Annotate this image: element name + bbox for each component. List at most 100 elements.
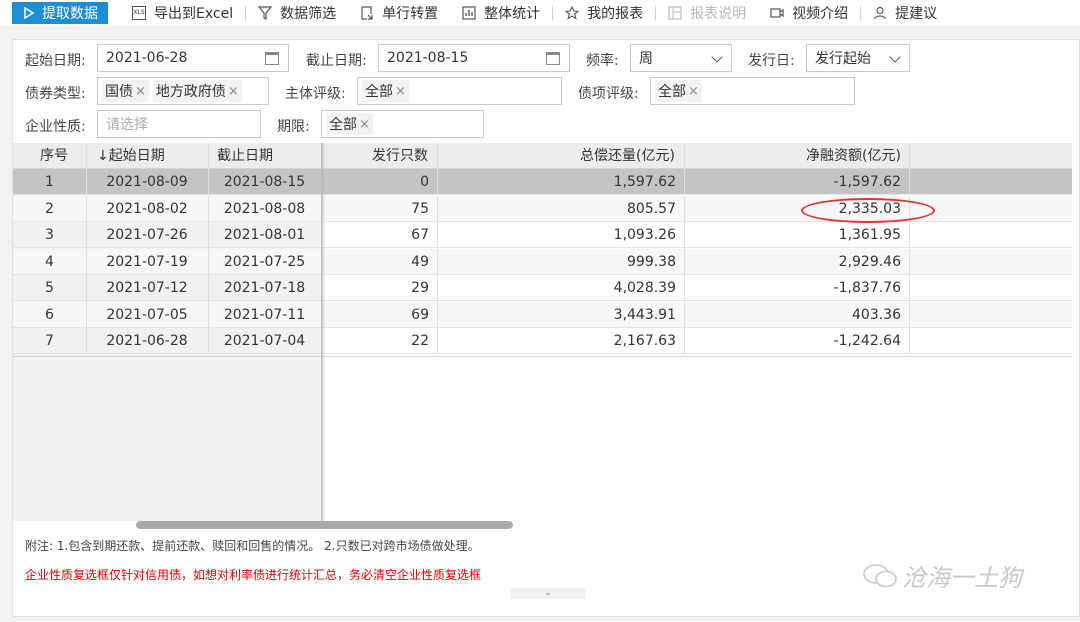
column-divider [437,169,438,195]
data-filter-button[interactable]: 数据筛选 [246,0,348,26]
collapse-toggle[interactable]: ⌄ [511,588,585,599]
column-divider [208,248,209,275]
bond-type-multiselect[interactable]: 国债 × 地方政府债 × [97,77,269,105]
horizontal-scrollbar[interactable] [136,521,513,529]
column-divider [684,169,685,195]
tag-close-icon[interactable]: × [688,84,699,99]
header-total-repayment[interactable]: 总偿还量(亿元) [580,143,675,169]
video-intro-label: 视频介绍 [792,6,849,22]
header-issue-count[interactable]: 发行只数 [372,143,428,169]
table-row[interactable]: 7 2021-06-28 2021-07-04 22 2,167.63 -1,242.64 [13,328,1072,354]
cell-end-date: 2021-08-15 [223,174,306,190]
tag-label: 全部 [329,117,357,133]
star-icon [565,6,580,20]
issuer-rating-multiselect[interactable]: 全部 × [357,77,562,105]
column-divider [208,328,209,354]
suggestion-button[interactable]: 提建议 [861,0,949,26]
table-row[interactable]: 5 2021-07-12 2021-07-18 29 4,028.39 -1,837.76 [13,275,1072,301]
frequency-select[interactable]: 周 [630,44,732,72]
issue-date-value: 发行起始 [815,51,871,67]
enterprise-nature-label: 企业性质: [25,119,86,135]
table-header: 序号 ↓起始日期 截止日期 发行只数 总偿还量(亿元) 净融资额(亿元) [13,143,1072,169]
column-divider [86,169,87,195]
term-multiselect[interactable]: 全部 × [321,110,484,138]
export-excel-label: 导出到Excel [154,6,234,22]
issuer-rating-label: 主体评级: [285,86,346,102]
cell-total-repayment: 1,093.26 [613,227,676,243]
column-divider [684,275,685,301]
column-divider [909,328,910,354]
column-divider [909,301,910,328]
issuer-rating-tag[interactable]: 全部 × [362,80,409,102]
cell-end-date: 2021-07-25 [223,253,306,270]
calendar-icon[interactable] [265,52,279,65]
my-reports-button[interactable]: 我的报表 [553,0,655,26]
cell-total-repayment: 3,443.91 [613,306,676,323]
column-divider [684,328,685,354]
column-divider [437,275,438,301]
cell-start-date: 2021-07-19 [106,253,188,270]
column-divider [86,222,87,248]
extract-data-button[interactable]: 提取数据 [12,2,108,24]
frequency-value: 周 [639,51,653,67]
suggestion-label: 提建议 [895,6,938,22]
cell-net-financing: 403.36 [852,306,901,323]
report-icon [668,6,682,20]
column-divider [684,301,685,328]
end-date-input[interactable]: 2021-08-15 [378,44,570,72]
cell-total-repayment: 999.38 [627,253,676,270]
overall-stats-button[interactable]: 整体统计 [450,0,552,26]
data-table: 序号 ↓起始日期 截止日期 发行只数 总偿还量(亿元) 净融资额(亿元) 1 20… [13,143,1072,521]
column-divider [684,143,685,169]
term-tag[interactable]: 全部 × [326,113,373,135]
header-start-date[interactable]: ↓起始日期 [97,143,165,169]
cell-seq: 5 [45,280,54,296]
calendar-icon[interactable] [546,52,560,65]
bond-rating-tag[interactable]: 全部 × [655,80,702,102]
tag-close-icon[interactable]: × [359,117,370,132]
column-divider [86,275,87,301]
tag-close-icon[interactable]: × [228,84,239,99]
enterprise-nature-select[interactable]: 请选择 [97,110,261,138]
filter-icon [258,6,273,20]
cell-seq: 1 [45,174,54,190]
column-divider [437,143,438,169]
toolbar: 提取数据 XLS 导出到Excel 数据筛选 单行转置 整体统计 我的报表 报表… [0,0,1080,26]
cell-issue-count: 67 [411,227,429,243]
table-row[interactable]: 4 2021-07-19 2021-07-25 49 999.38 2,929.46 [13,248,1072,275]
video-icon [770,8,784,18]
cell-start-date: 2021-08-09 [106,174,188,190]
chevron-down-icon [889,51,901,63]
table-row[interactable]: 3 2021-07-26 2021-08-01 67 1,093.26 1,361.95 [13,222,1072,248]
end-date-value: 2021-08-15 [387,50,469,66]
start-date-label: 起始日期: [25,53,86,69]
table-row[interactable]: 1 2021-08-09 2021-08-15 0 1,597.62 -1,597.62 [13,169,1072,195]
column-divider [437,328,438,354]
start-date-input[interactable]: 2021-06-28 [97,44,289,72]
cell-seq: 4 [45,253,54,270]
header-end-date[interactable]: 截止日期 [217,143,273,169]
bond-rating-multiselect[interactable]: 全部 × [650,77,855,105]
tag-close-icon[interactable]: × [395,84,406,99]
watermark: 沧海一土狗 [862,558,1022,593]
cell-net-financing: -1,242.64 [833,333,901,349]
column-divider [909,169,910,195]
tag-close-icon[interactable]: × [135,84,146,99]
report-description-button[interactable]: 报表说明 [656,0,758,26]
bond-type-tag[interactable]: 国债 × [102,80,149,102]
cell-issue-count: 75 [411,200,429,217]
video-intro-button[interactable]: 视频介绍 [758,0,860,26]
cell-seq: 3 [45,227,54,243]
row-transpose-button[interactable]: 单行转置 [348,0,450,26]
transpose-icon [361,6,373,20]
bond-type-tag[interactable]: 地方政府债 × [152,80,242,102]
excel-icon: XLS [132,6,146,20]
cell-start-date: 2021-07-05 [106,306,188,323]
cell-seq: 2 [45,200,54,217]
table-row[interactable]: 6 2021-07-05 2021-07-11 69 3,443.91 403.36 [13,301,1072,328]
export-excel-button[interactable]: XLS 导出到Excel [120,0,245,26]
header-net-financing[interactable]: 净融资额(亿元) [806,143,901,169]
header-seq[interactable]: 序号 [40,143,68,169]
tag-label: 全部 [658,84,686,100]
issue-date-select[interactable]: 发行起始 [806,44,910,72]
